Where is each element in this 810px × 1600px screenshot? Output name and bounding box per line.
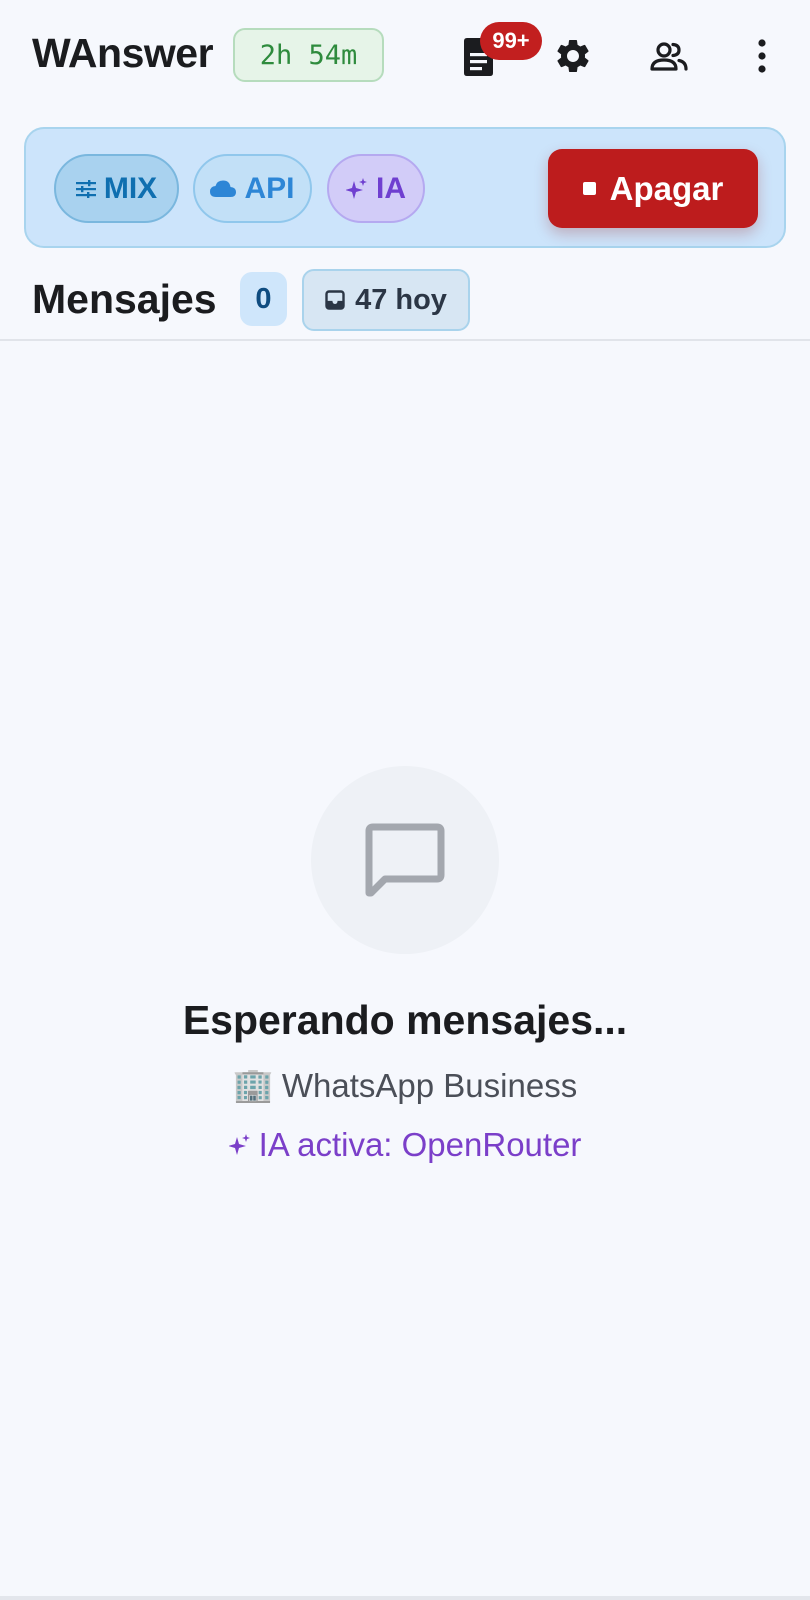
power-off-label: Apagar: [609, 169, 724, 207]
bottom-edge: [0, 1596, 810, 1600]
header-divider: [0, 339, 810, 341]
today-count-chip[interactable]: 47 hoy: [302, 269, 470, 331]
uptime-badge: 2h 54m: [233, 28, 384, 82]
tune-icon: [75, 179, 96, 198]
settings-button[interactable]: [551, 34, 595, 78]
ai-status-line: IA activa: OpenRouter: [0, 1126, 810, 1164]
mode-chip-api[interactable]: API: [193, 154, 312, 223]
gear-icon: [557, 40, 589, 72]
more-vert-icon: [758, 39, 766, 73]
users-icon: [650, 42, 688, 71]
logs-count-badge: 99+: [480, 22, 542, 60]
more-options-button[interactable]: [748, 34, 776, 78]
contacts-button[interactable]: [646, 36, 692, 76]
connection-type-label: WhatsApp Business: [281, 1066, 578, 1104]
app-title: WAnswer: [32, 30, 214, 76]
mode-chip-ia-label: IA: [376, 171, 406, 205]
messages-count-badge: 0: [240, 272, 287, 326]
messages-header: Mensajes 0 47 hoy: [0, 262, 810, 340]
chat-bubble-icon: [365, 823, 445, 897]
today-count-label: 47 hoy: [355, 283, 447, 316]
mode-chip-mix[interactable]: MIX: [54, 154, 179, 223]
messages-title: Mensajes: [32, 276, 217, 322]
app-bar: WAnswer 2h 54m 99+: [0, 0, 810, 110]
stop-icon: [582, 182, 596, 195]
empty-state-title: Esperando mensajes...: [182, 997, 628, 1043]
mode-chip-ia[interactable]: IA: [327, 154, 425, 223]
mode-chip-mix-label: MIX: [103, 171, 158, 205]
power-off-button[interactable]: Apagar: [548, 149, 758, 228]
sparkle-icon: [228, 1134, 250, 1155]
building-icon: 🏢: [232, 1066, 274, 1103]
empty-state-illustration: [311, 766, 499, 954]
cloud-icon: [210, 180, 237, 197]
mode-panel: MIX API IA Apagar: [24, 127, 786, 248]
ai-status-label: IA activa: OpenRouter: [258, 1126, 582, 1163]
connection-type-line: 🏢 WhatsApp Business: [0, 1066, 810, 1105]
inbox-icon: [325, 290, 345, 310]
mode-chip-api-label: API: [244, 171, 295, 205]
sparkle-icon: [346, 177, 367, 199]
